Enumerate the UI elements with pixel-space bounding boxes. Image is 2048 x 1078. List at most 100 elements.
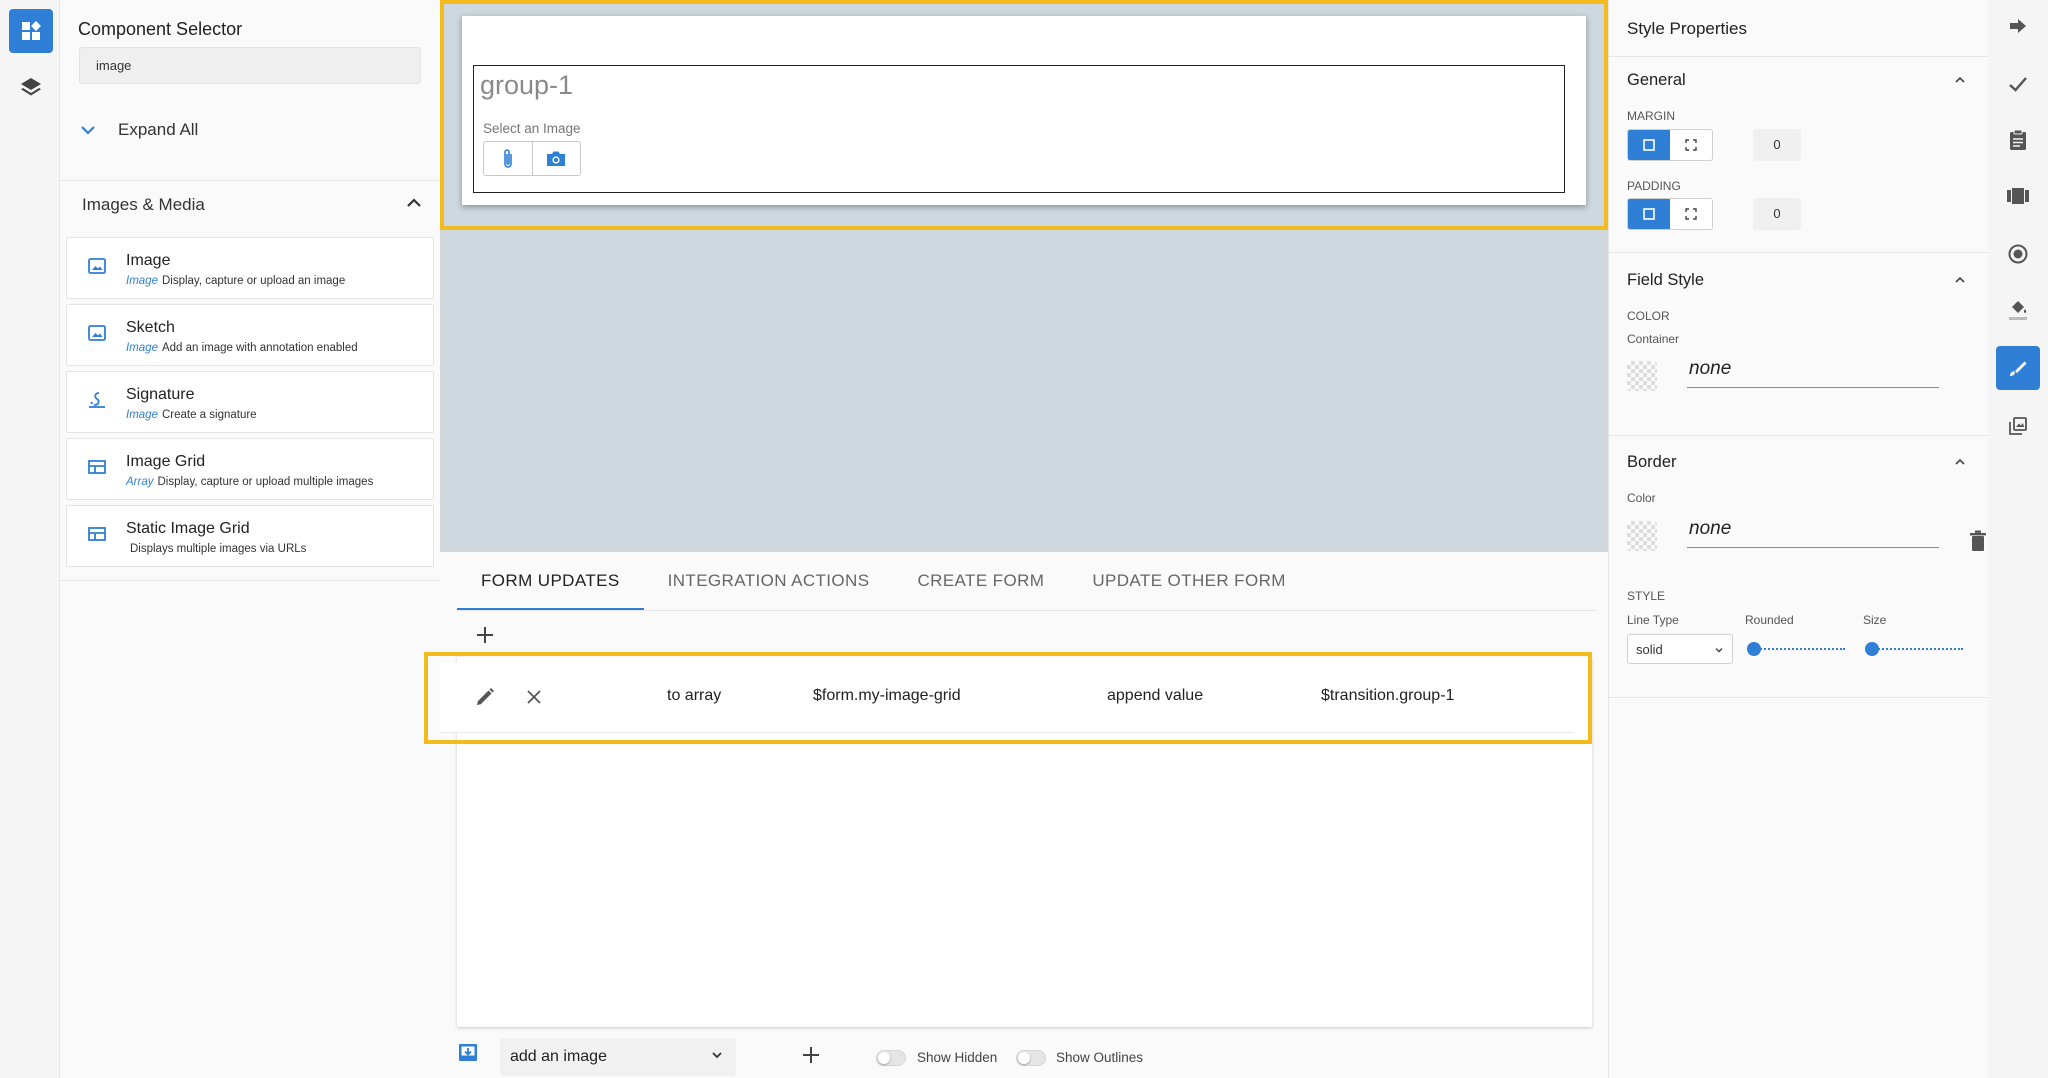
style-label: STYLE	[1627, 589, 1666, 603]
action-tabs: FORM UPDATES INTEGRATION ACTIONS CREATE …	[457, 552, 1310, 610]
chevron-up-icon[interactable]	[1953, 273, 1967, 287]
add-component-button[interactable]	[800, 1044, 822, 1066]
component-card-signature[interactable]: Signature Image Create a signature	[66, 371, 434, 433]
check-icon	[2009, 77, 2027, 92]
margin-value-input[interactable]: 0	[1753, 129, 1801, 161]
widgets-icon	[22, 21, 41, 40]
padding-value-input[interactable]: 0	[1753, 198, 1801, 230]
line-type-select[interactable]: solid	[1627, 634, 1733, 664]
camera-icon	[547, 151, 566, 166]
search-value: image	[96, 58, 132, 73]
validation-rail-button[interactable]	[1996, 62, 2040, 106]
component-description: Array Display, capture or upload multiple…	[126, 476, 374, 488]
rounded-slider[interactable]	[1747, 642, 1845, 656]
add-update-button[interactable]	[474, 624, 496, 646]
show-outlines-toggle[interactable]	[1016, 1050, 1046, 1066]
line-type-value: solid	[1636, 642, 1663, 657]
camera-button[interactable]	[531, 142, 581, 175]
group-title: group-1	[480, 70, 574, 100]
padding-label: PADDING	[1627, 179, 1681, 193]
section-title: Border	[1627, 453, 1677, 471]
chevron-down-icon	[81, 126, 95, 135]
radio-button-icon	[2008, 244, 2028, 264]
section-title: Images & Media	[82, 195, 205, 214]
chevron-up-icon[interactable]	[1953, 73, 1967, 87]
components-rail-button[interactable]	[9, 9, 53, 53]
image-source-buttons	[483, 141, 581, 176]
component-selector-panel: Component Selector image Expand All Imag…	[60, 0, 440, 1078]
style-properties-panel: Style Properties General MARGIN 0 PADDIN…	[1608, 0, 1989, 1078]
margin-uniform-button[interactable]	[1628, 130, 1670, 160]
screen-download-icon[interactable]	[457, 1042, 479, 1064]
component-description: Image Create a signature	[126, 409, 257, 421]
rounded-label: Rounded	[1745, 613, 1794, 627]
margin-individual-button[interactable]	[1670, 130, 1712, 160]
padding-mode-toggle	[1627, 198, 1713, 230]
update-row-highlight: to array $form.my-image-grid append valu…	[424, 652, 1592, 744]
component-name: Image Grid	[126, 453, 206, 470]
add-component-select[interactable]: add an image	[500, 1038, 736, 1076]
show-outlines-label: Show Outlines	[1056, 1050, 1144, 1065]
component-card-sketch[interactable]: Sketch Image Add an image with annotation…	[66, 304, 434, 366]
layers-rail-button[interactable]	[9, 65, 53, 109]
forward-rail-button[interactable]	[1996, 4, 2040, 48]
container-color-input[interactable]: none	[1687, 358, 1939, 388]
margin-mode-toggle	[1627, 129, 1713, 161]
chevron-up-icon[interactable]	[1953, 455, 1967, 469]
size-label: Size	[1863, 613, 1887, 627]
square-icon	[1643, 208, 1655, 220]
line-type-label: Line Type	[1627, 613, 1679, 627]
close-icon[interactable]	[522, 685, 546, 709]
component-description: Image Display, capture or upload an image	[126, 275, 346, 287]
container-color-swatch[interactable]	[1627, 361, 1657, 391]
arrow-right-icon	[2010, 19, 2026, 33]
carousel-rail-button[interactable]	[1996, 174, 2040, 218]
expand-corners-icon	[1685, 208, 1697, 220]
component-card-image-grid[interactable]: Image Grid Array Display, capture or uplo…	[66, 438, 434, 500]
paperclip-icon	[503, 148, 512, 168]
chevron-down-icon	[1715, 648, 1723, 653]
signature-icon	[89, 392, 105, 408]
section-title: Field Style	[1627, 271, 1705, 289]
size-slider[interactable]	[1865, 642, 1963, 656]
tab-update-other-form[interactable]: UPDATE OTHER FORM	[1068, 552, 1310, 610]
chevron-up-icon	[407, 198, 421, 207]
padding-individual-button[interactable]	[1670, 199, 1712, 229]
images-media-section-header[interactable]: Images & Media	[60, 180, 440, 228]
padding-uniform-button[interactable]	[1628, 199, 1670, 229]
group-container[interactable]: group-1 Select an Image	[473, 65, 1565, 193]
component-name: Static Image Grid	[126, 520, 250, 537]
show-hidden-toggle[interactable]	[876, 1050, 906, 1066]
show-hidden-label: Show Hidden	[917, 1050, 998, 1065]
attach-button[interactable]	[484, 142, 532, 175]
select-image-label: Select an Image	[483, 121, 581, 136]
style-rail-button[interactable]	[1996, 346, 2040, 390]
tab-integration-actions[interactable]: INTEGRATION ACTIONS	[644, 552, 894, 610]
border-color-swatch[interactable]	[1627, 521, 1657, 551]
trash-icon[interactable]	[1969, 530, 1987, 552]
record-rail-button[interactable]	[1996, 232, 2040, 276]
add-select-value: add an image	[510, 1048, 607, 1065]
image-icon	[88, 325, 106, 341]
component-name: Image	[126, 252, 171, 269]
fill-rail-button[interactable]	[1996, 288, 2040, 332]
slider-thumb[interactable]	[1865, 642, 1879, 656]
component-card-image[interactable]: Image Image Display, capture or upload an…	[66, 237, 434, 299]
border-color-input[interactable]: none	[1687, 518, 1939, 548]
library-icon	[2009, 417, 2027, 435]
form-update-row[interactable]: to array $form.my-image-grid append valu…	[440, 663, 1574, 733]
component-search-input[interactable]: image	[79, 47, 421, 84]
expand-all-button[interactable]: Expand All	[80, 116, 198, 144]
slider-thumb[interactable]	[1747, 642, 1761, 656]
component-card-static-image-grid[interactable]: Static Image Grid Displays multiple imag…	[66, 505, 434, 567]
grid-icon	[88, 527, 106, 541]
section-title: General	[1627, 71, 1686, 89]
right-icon-rail	[1988, 0, 2048, 1078]
form-preview-card[interactable]: group-1 Select an Image	[462, 16, 1586, 205]
copy-rail-button[interactable]	[1996, 404, 2040, 448]
tab-create-form[interactable]: CREATE FORM	[893, 552, 1068, 610]
tab-form-updates[interactable]: FORM UPDATES	[457, 552, 644, 610]
margin-label: MARGIN	[1627, 109, 1675, 123]
clipboard-rail-button[interactable]	[1996, 118, 2040, 162]
pencil-icon[interactable]	[473, 685, 497, 709]
